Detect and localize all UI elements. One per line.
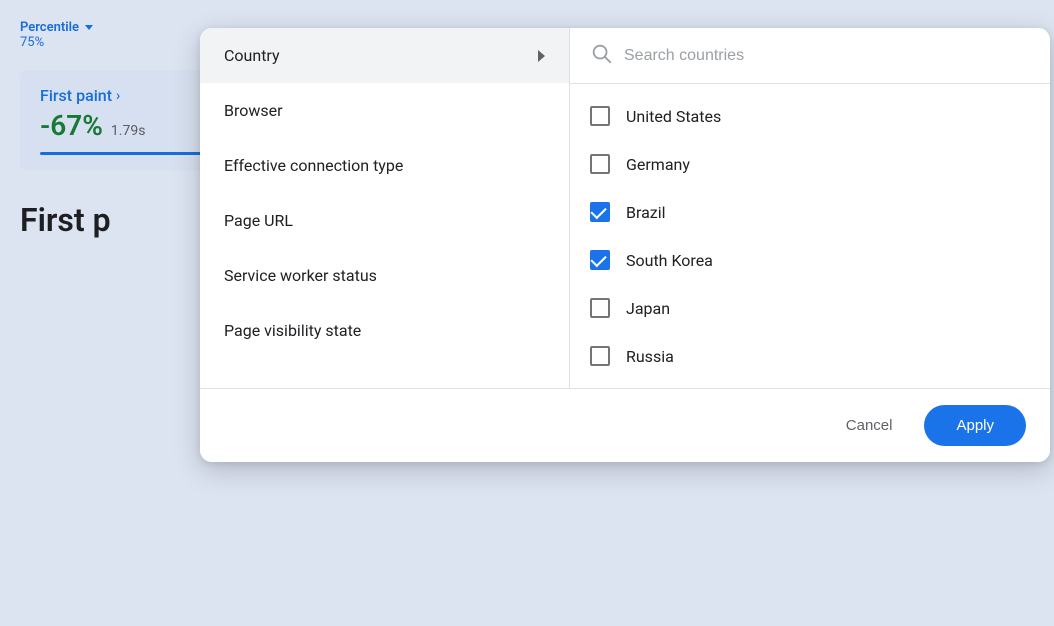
- checkbox-south-korea[interactable]: [590, 250, 610, 270]
- menu-item-page-url-label: Page URL: [224, 211, 293, 230]
- left-menu-panel: Country Browser Effective connection typ…: [200, 28, 570, 388]
- menu-item-browser[interactable]: Browser: [200, 83, 569, 138]
- menu-item-country[interactable]: Country: [200, 28, 569, 83]
- country-name-united-states: United States: [626, 107, 721, 126]
- country-item-south-korea[interactable]: South Korea: [570, 236, 1050, 284]
- search-input[interactable]: [624, 47, 1030, 65]
- checkbox-germany[interactable]: [590, 154, 610, 174]
- apply-button[interactable]: Apply: [924, 405, 1026, 446]
- menu-item-connection-type[interactable]: Effective connection type: [200, 138, 569, 193]
- menu-item-visibility-label: Page visibility state: [224, 321, 361, 340]
- countries-list: United States Germany Brazil South Korea: [570, 84, 1050, 388]
- country-name-germany: Germany: [626, 155, 690, 174]
- menu-item-country-label: Country: [224, 46, 280, 65]
- cancel-button[interactable]: Cancel: [826, 407, 913, 444]
- country-name-japan: Japan: [626, 299, 670, 318]
- search-bar: [570, 28, 1050, 84]
- menu-item-service-worker[interactable]: Service worker status: [200, 248, 569, 303]
- checkbox-brazil[interactable]: [590, 202, 610, 222]
- country-item-russia[interactable]: Russia: [570, 332, 1050, 380]
- menu-item-visibility[interactable]: Page visibility state: [200, 303, 569, 358]
- country-item-germany[interactable]: Germany: [570, 140, 1050, 188]
- dropdown-body: Country Browser Effective connection typ…: [200, 28, 1050, 388]
- menu-item-page-url[interactable]: Page URL: [200, 193, 569, 248]
- dropdown-footer: Cancel Apply: [200, 388, 1050, 462]
- search-icon: [590, 42, 612, 69]
- country-name-brazil: Brazil: [626, 203, 666, 222]
- checkbox-russia[interactable]: [590, 346, 610, 366]
- checkbox-japan[interactable]: [590, 298, 610, 318]
- menu-item-browser-label: Browser: [224, 101, 283, 120]
- country-name-south-korea: South Korea: [626, 251, 713, 270]
- filter-dropdown: Country Browser Effective connection typ…: [200, 28, 1050, 462]
- menu-item-connection-type-label: Effective connection type: [224, 156, 403, 175]
- chevron-right-icon: [538, 50, 545, 62]
- right-panel: United States Germany Brazil South Korea: [570, 28, 1050, 388]
- country-item-japan[interactable]: Japan: [570, 284, 1050, 332]
- country-name-russia: Russia: [626, 347, 674, 366]
- menu-item-service-worker-label: Service worker status: [224, 266, 377, 285]
- country-item-united-states[interactable]: United States: [570, 92, 1050, 140]
- checkbox-united-states[interactable]: [590, 106, 610, 126]
- country-item-brazil[interactable]: Brazil: [570, 188, 1050, 236]
